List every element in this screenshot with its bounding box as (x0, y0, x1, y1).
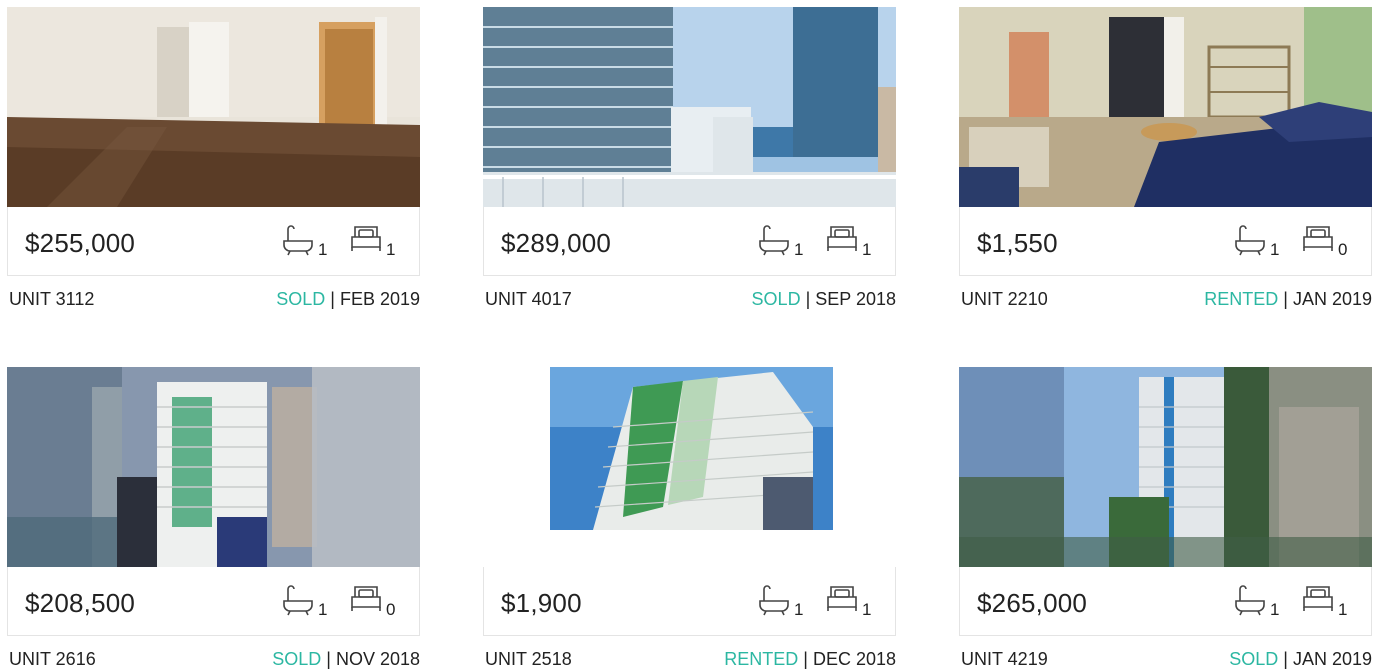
bed-icon (827, 586, 857, 611)
bedrooms: 1 (1300, 581, 1347, 618)
listing-photo[interactable] (483, 7, 896, 207)
bed-icon (827, 226, 857, 251)
bathtub-icon (283, 585, 313, 616)
listing-meta: UNIT 3112 SOLD | FEB 2019 (7, 289, 420, 311)
bathrooms: 1 (1232, 221, 1279, 258)
bed-icon (351, 586, 381, 611)
status-label: SOLD (276, 289, 326, 309)
price: $1,900 (501, 588, 582, 618)
listing-meta: UNIT 2518 RENTED | DEC 2018 (483, 649, 896, 671)
unit-number: UNIT 4219 (961, 649, 1048, 669)
bedrooms: 1 (824, 221, 871, 258)
listing-meta: UNIT 2616 SOLD | NOV 2018 (7, 649, 420, 671)
bathtub-icon (759, 585, 789, 616)
status-date: | SEP 2018 (800, 289, 896, 309)
status-date: | NOV 2018 (321, 649, 420, 669)
bathrooms: 1 (756, 221, 803, 258)
price: $289,000 (501, 228, 612, 258)
price: $265,000 (977, 588, 1088, 618)
status-date: | JAN 2019 (1278, 289, 1372, 309)
price-bar: $289,000 1 1 (483, 207, 896, 276)
bathtub-icon (759, 225, 789, 256)
price-bar: $265,000 1 1 (959, 567, 1372, 636)
status-label: SOLD (1229, 649, 1279, 669)
unit-number: UNIT 2616 (9, 649, 96, 669)
status-label: SOLD (272, 649, 322, 669)
bedrooms: 0 (348, 581, 395, 618)
price-bar: $208,500 1 0 (7, 567, 420, 636)
bedrooms: 0 (1300, 221, 1347, 258)
unit-number: UNIT 2210 (961, 289, 1048, 309)
price-bar: $1,550 1 0 (959, 207, 1372, 276)
bathrooms: 1 (280, 221, 327, 258)
listing-photo[interactable] (959, 367, 1372, 567)
price-bar: $1,900 1 1 (483, 567, 896, 636)
bedrooms: 1 (348, 221, 395, 258)
status-date: | JAN 2019 (1278, 649, 1372, 669)
listing-meta: UNIT 4017 SOLD | SEP 2018 (483, 289, 896, 311)
price: $255,000 (25, 228, 136, 258)
bed-icon (351, 226, 381, 251)
unit-number: UNIT 2518 (485, 649, 572, 669)
price-bar: $255,000 1 1 (7, 207, 420, 276)
bathtub-icon (283, 225, 313, 256)
status-label: RENTED (724, 649, 799, 669)
status-date: | FEB 2019 (325, 289, 420, 309)
bathrooms: 1 (280, 581, 327, 618)
bathrooms: 1 (1232, 581, 1279, 618)
price: $208,500 (25, 588, 136, 618)
bed-icon (1303, 586, 1333, 611)
listing-photo[interactable] (959, 7, 1372, 207)
listing-photo[interactable] (7, 7, 420, 207)
unit-number: UNIT 3112 (9, 289, 95, 309)
listing-photo[interactable] (483, 367, 896, 567)
status-label: SOLD (751, 289, 801, 309)
unit-number: UNIT 4017 (485, 289, 572, 309)
bedrooms: 1 (824, 581, 871, 618)
bed-icon (1303, 226, 1333, 251)
bathrooms: 1 (756, 581, 803, 618)
bathtub-icon (1235, 585, 1265, 616)
listing-meta: UNIT 2210 RENTED | JAN 2019 (959, 289, 1372, 311)
listing-photo[interactable] (7, 367, 420, 567)
status-date: | DEC 2018 (798, 649, 896, 669)
listing-meta: UNIT 4219 SOLD | JAN 2019 (959, 649, 1372, 671)
price: $1,550 (977, 228, 1058, 258)
bathtub-icon (1235, 225, 1265, 256)
status-label: RENTED (1204, 289, 1279, 309)
